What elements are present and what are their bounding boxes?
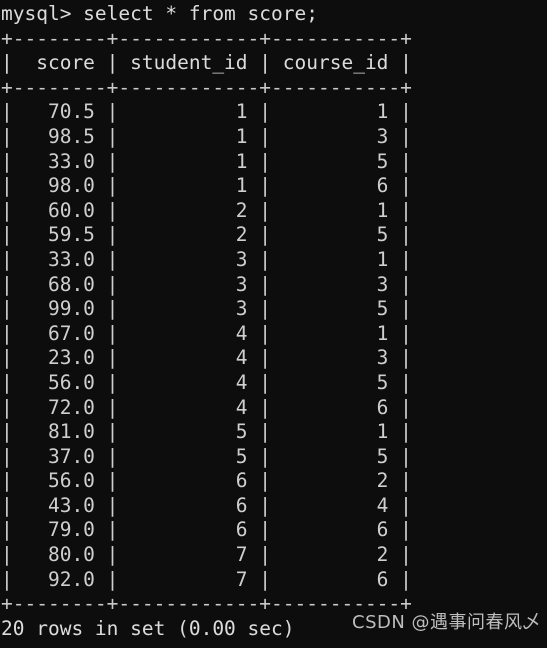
table-row: | 99.0 | 3 | 5 | bbox=[1, 297, 412, 321]
table-row: | 37.0 | 5 | 5 | bbox=[1, 444, 412, 468]
table-row: | 98.0 | 1 | 6 | bbox=[1, 174, 412, 198]
table-row: | 98.5 | 1 | 3 | bbox=[1, 124, 412, 148]
mysql-terminal-window[interactable]: mysql> select * from score; +--------+--… bbox=[0, 0, 547, 648]
table-row: | 92.0 | 7 | 6 | bbox=[1, 567, 412, 591]
table-row: | 33.0 | 3 | 1 | bbox=[1, 247, 412, 271]
table-row: | 80.0 | 7 | 2 | bbox=[1, 543, 412, 567]
table-row: | 33.0 | 1 | 5 | bbox=[1, 149, 412, 173]
csdn-watermark: CSDN @遇事问春风乄 bbox=[352, 612, 542, 633]
table-row: | 60.0 | 2 | 1 | bbox=[1, 198, 412, 222]
table-row: | 72.0 | 4 | 6 | bbox=[1, 395, 412, 419]
table-row: | 56.0 | 4 | 5 | bbox=[1, 370, 412, 394]
table-row: | 23.0 | 4 | 3 | bbox=[1, 346, 412, 370]
table-row: | 67.0 | 4 | 1 | bbox=[1, 321, 412, 345]
table-top-border: +--------+------------+-----------+ bbox=[1, 26, 412, 50]
table-row: | 70.5 | 1 | 1 | bbox=[1, 100, 412, 124]
mysql-prompt-command-line: mysql> select * from score; bbox=[1, 2, 318, 25]
table-row: | 59.5 | 2 | 5 | bbox=[1, 223, 412, 247]
table-header-separator: +--------+------------+-----------+ bbox=[1, 75, 412, 99]
table-row: | 68.0 | 3 | 3 | bbox=[1, 272, 412, 296]
table-row: | 81.0 | 5 | 1 | bbox=[1, 420, 412, 444]
table-row: | 79.0 | 6 | 6 | bbox=[1, 518, 412, 542]
table-body: | 70.5 | 1 | 1 | | 98.5 | 1 | 3 | | 33.0 |… bbox=[0, 100, 547, 592]
table-row: | 43.0 | 6 | 4 | bbox=[1, 493, 412, 517]
table-row: | 56.0 | 6 | 2 | bbox=[1, 469, 412, 493]
table-header-row: | score | student_id | course_id | bbox=[1, 51, 412, 75]
